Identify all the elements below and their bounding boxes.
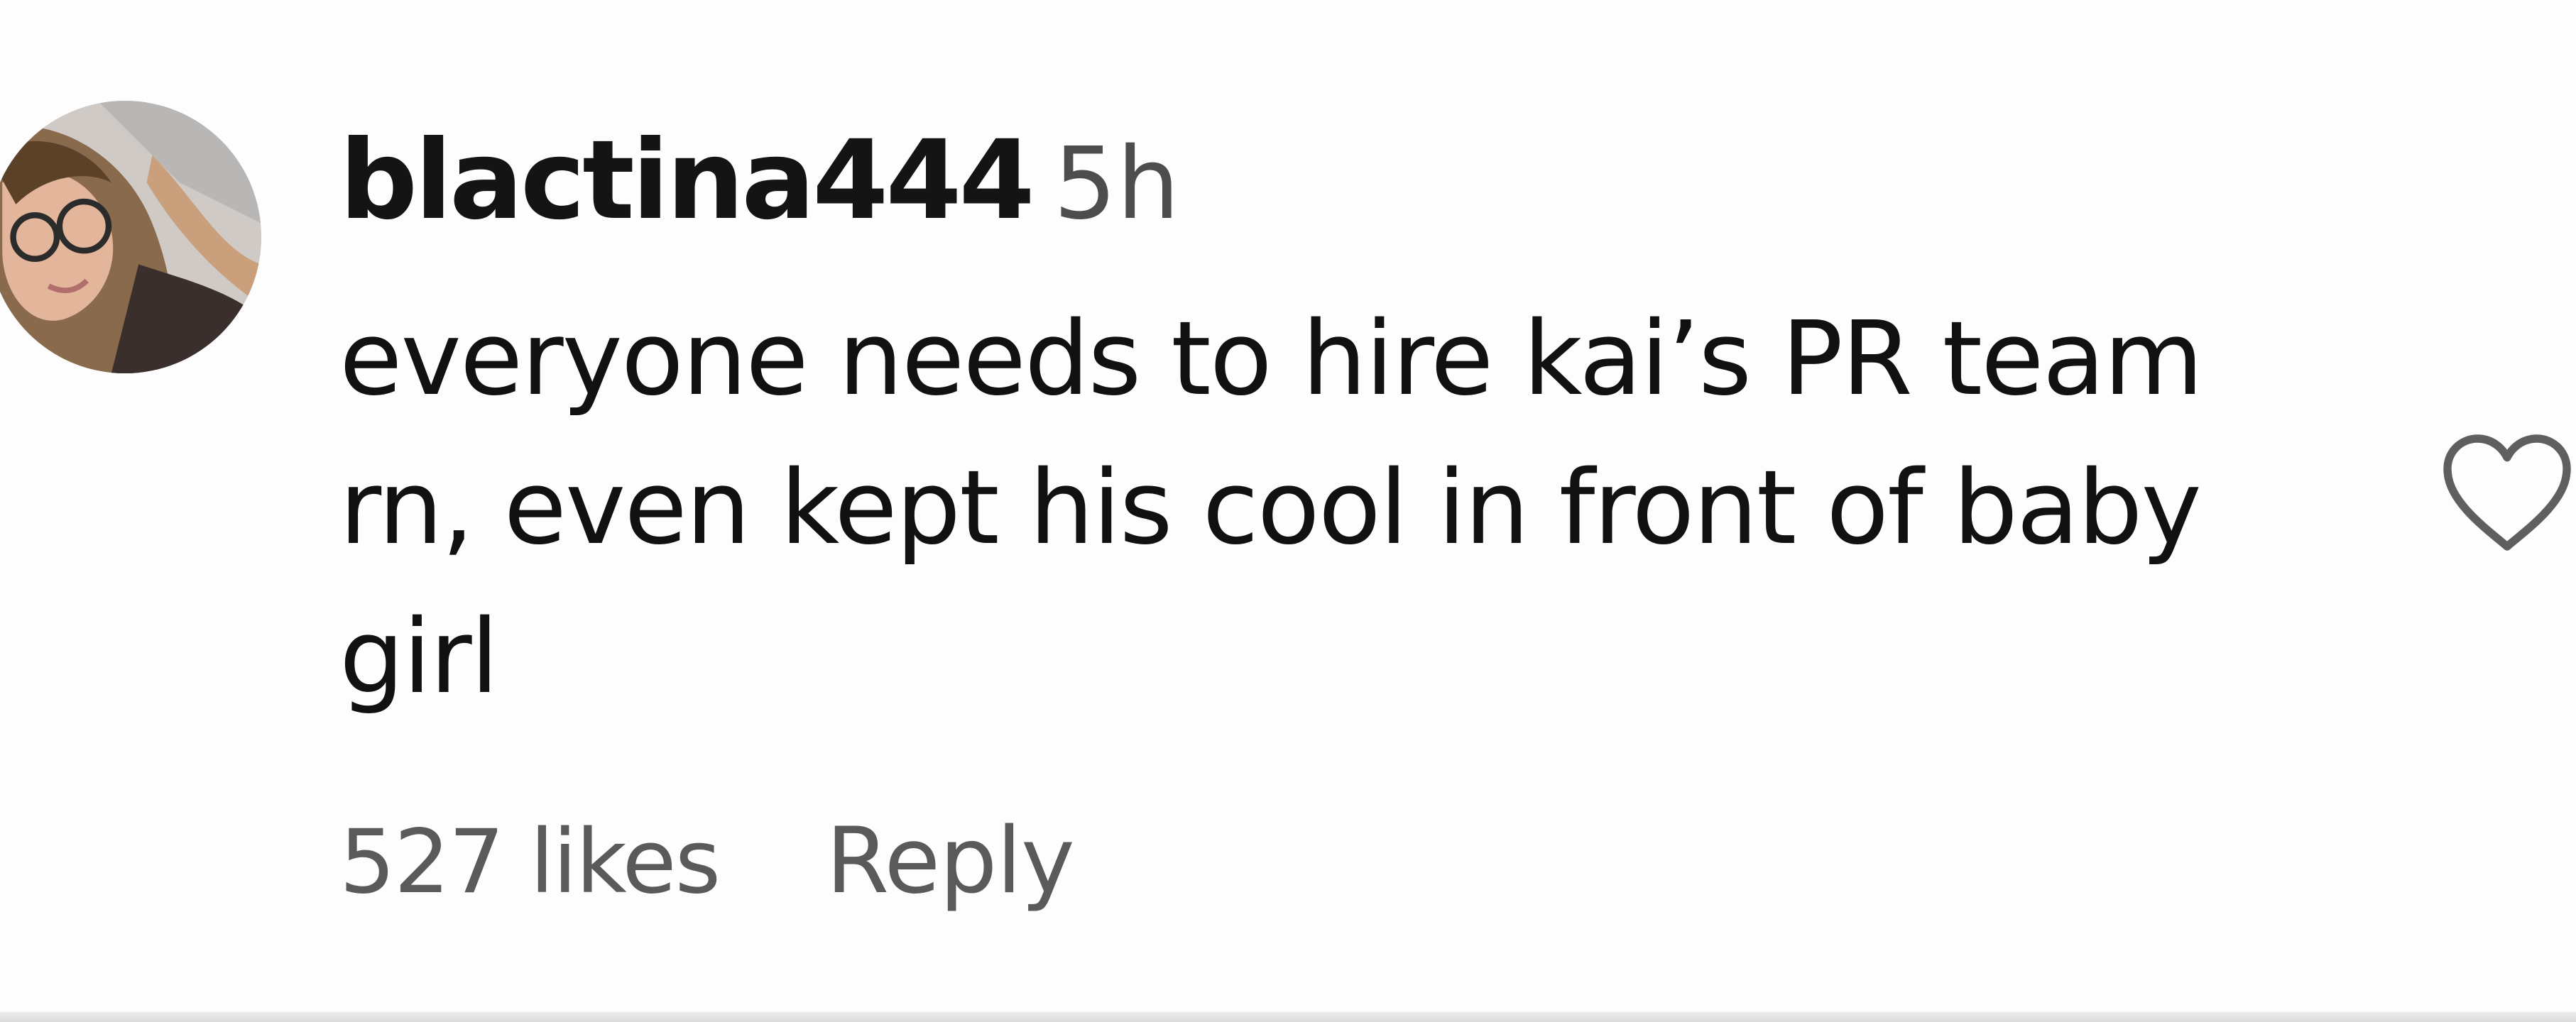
comment-header: blactina444 5h: [339, 126, 1179, 236]
avatar-image: [0, 101, 261, 373]
divider: [0, 1012, 2576, 1022]
likes-count[interactable]: 527 likes: [339, 811, 721, 913]
timestamp: 5h: [1053, 126, 1180, 242]
comment-actions: 527 likes Reply: [339, 816, 1075, 907]
comment-text: everyone needs to hire kai’s PR team rn,…: [339, 299, 2203, 716]
heart-icon[interactable]: [2440, 430, 2575, 555]
avatar[interactable]: [0, 101, 261, 373]
comment-item: blactina444 5h everyone needs to hire kai…: [0, 0, 2576, 1008]
username-link[interactable]: blactina444: [339, 117, 1035, 244]
reply-button[interactable]: Reply: [826, 808, 1074, 914]
